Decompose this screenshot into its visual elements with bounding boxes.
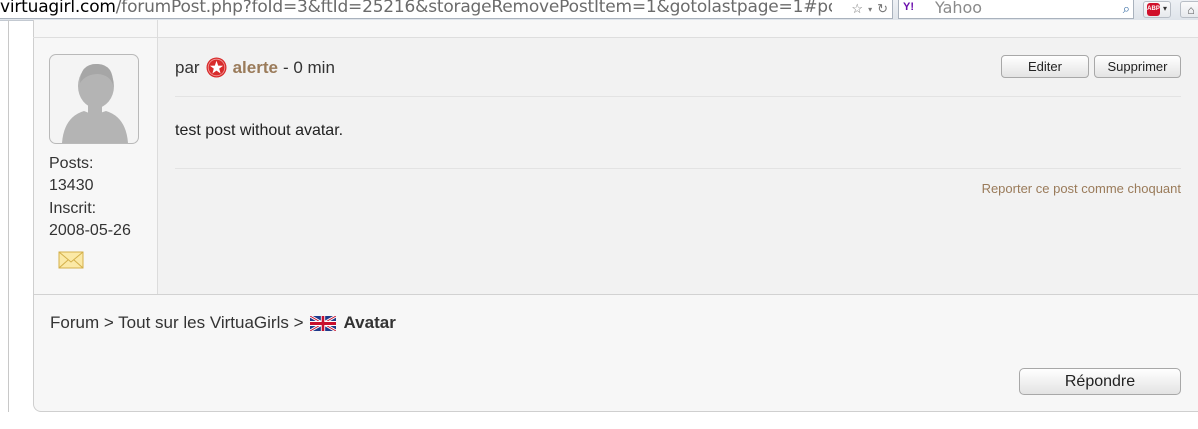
joined-label: Inscrit: bbox=[49, 199, 97, 217]
breadcrumb-current: Avatar bbox=[343, 313, 396, 332]
search-icon[interactable]: ⌕ bbox=[1123, 1, 1130, 17]
posts-count: 13430 bbox=[49, 177, 94, 195]
dropdown-arrow-icon[interactable]: ▾ bbox=[868, 5, 872, 14]
author-prefix: par bbox=[175, 57, 200, 77]
author-stats: Posts: 13430 Inscrit: 2008-05-26 bbox=[49, 153, 131, 242]
adblock-icon: ABP bbox=[1147, 3, 1160, 16]
url-domain: virtuagirl.com bbox=[0, 0, 116, 17]
post-header-divider bbox=[175, 96, 1181, 97]
avatar-silhouette-icon bbox=[62, 63, 128, 143]
browser-toolbar: virtuagirl.com/forumPost.php?foId=3&ftId… bbox=[0, 0, 1198, 21]
address-bar-icons: ☆ ▾ ↻ bbox=[849, 0, 888, 18]
uk-flag-icon bbox=[309, 315, 336, 331]
author-column-divider bbox=[157, 20, 158, 38]
adblock-button[interactable]: ABP ▾ bbox=[1143, 1, 1171, 18]
posts-label: Posts: bbox=[49, 155, 94, 172]
breadcrumb: Forum > Tout sur les VirtuaGirls > Avata… bbox=[50, 313, 396, 333]
star-icon bbox=[206, 57, 227, 78]
mail-icon[interactable] bbox=[58, 250, 84, 270]
thread-footer-divider bbox=[34, 294, 1198, 295]
search-bar[interactable]: Y! Yahoo ⌕ bbox=[898, 0, 1134, 19]
search-engine-icon[interactable]: Y! bbox=[903, 1, 914, 13]
search-placeholder: Yahoo bbox=[935, 0, 983, 17]
page-left-border bbox=[8, 20, 9, 412]
address-text[interactable]: virtuagirl.com/forumPost.php?foId=3&ftId… bbox=[0, 0, 832, 17]
report-post-link[interactable]: Reporter ce post comme choquant bbox=[982, 181, 1181, 196]
avatar[interactable] bbox=[49, 54, 139, 144]
edit-button[interactable]: Editer bbox=[1001, 55, 1089, 78]
post-header: par alerte - 0 min bbox=[175, 57, 335, 78]
chevron-down-icon: ▾ bbox=[1162, 4, 1167, 13]
reload-icon[interactable]: ↻ bbox=[877, 1, 888, 17]
post-body-text: test post without avatar. bbox=[175, 122, 344, 139]
bookmark-star-icon[interactable]: ☆ bbox=[851, 1, 863, 17]
address-bar[interactable]: virtuagirl.com/forumPost.php?foId=3&ftId… bbox=[0, 0, 893, 19]
post-time: - 0 min bbox=[282, 57, 335, 77]
home-icon[interactable]: ⌂ bbox=[1180, 1, 1198, 18]
reply-button[interactable]: Répondre bbox=[1019, 368, 1181, 395]
author-name-link[interactable]: alerte bbox=[233, 58, 278, 78]
delete-button[interactable]: Supprimer bbox=[1094, 55, 1181, 78]
post-footer-divider bbox=[175, 168, 1181, 169]
joined-date: 2008-05-26 bbox=[49, 221, 131, 239]
breadcrumb-path[interactable]: Forum > Tout sur les VirtuaGirls > bbox=[50, 313, 304, 333]
url-path: /forumPost.php?foId=3&ftId=25216&storage… bbox=[115, 0, 832, 17]
